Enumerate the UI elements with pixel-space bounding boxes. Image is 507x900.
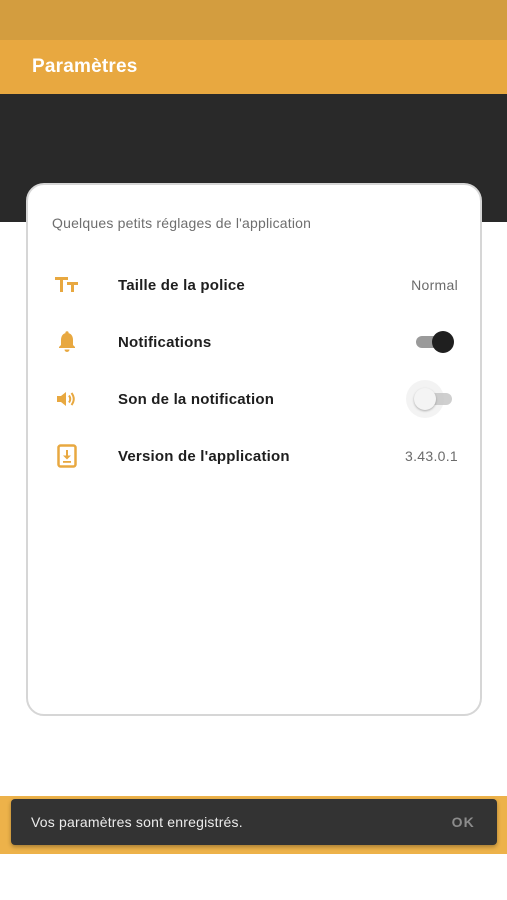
snackbar-message: Vos paramètres sont enregistrés. (31, 814, 243, 830)
setting-row-font-size[interactable]: Taille de la police Normal (28, 263, 480, 307)
settings-intro-text: Quelques petits réglages de l'applicatio… (52, 215, 312, 231)
app-bar: Paramètres (0, 40, 507, 94)
setting-row-notification-sound: Son de la notification (28, 377, 480, 421)
font-size-value: Normal (411, 277, 458, 293)
toggle-thumb (432, 331, 454, 353)
snackbar-ok-button[interactable]: OK (450, 808, 477, 836)
status-bar (0, 0, 507, 40)
setting-label: Version de l'application (118, 447, 290, 465)
speaker-icon (54, 386, 80, 412)
setting-label: Notifications (118, 333, 212, 351)
bell-icon (54, 329, 80, 355)
text-size-icon (54, 272, 80, 298)
page-title: Paramètres (32, 56, 138, 77)
setting-row-app-version: Version de l'application 3.43.0.1 (28, 434, 480, 478)
setting-row-notifications: Notifications (28, 320, 480, 364)
setting-label: Taille de la police (118, 276, 245, 294)
snackbar: Vos paramètres sont enregistrés. OK (11, 799, 497, 845)
notification-sound-toggle[interactable] (414, 386, 454, 412)
toggle-thumb (414, 388, 436, 410)
settings-card: Quelques petits réglages de l'applicatio… (26, 183, 482, 716)
notifications-toggle[interactable] (414, 329, 454, 355)
setting-label: Son de la notification (118, 390, 275, 408)
app-version-value: 3.43.0.1 (405, 448, 458, 464)
app-download-icon (54, 443, 80, 469)
